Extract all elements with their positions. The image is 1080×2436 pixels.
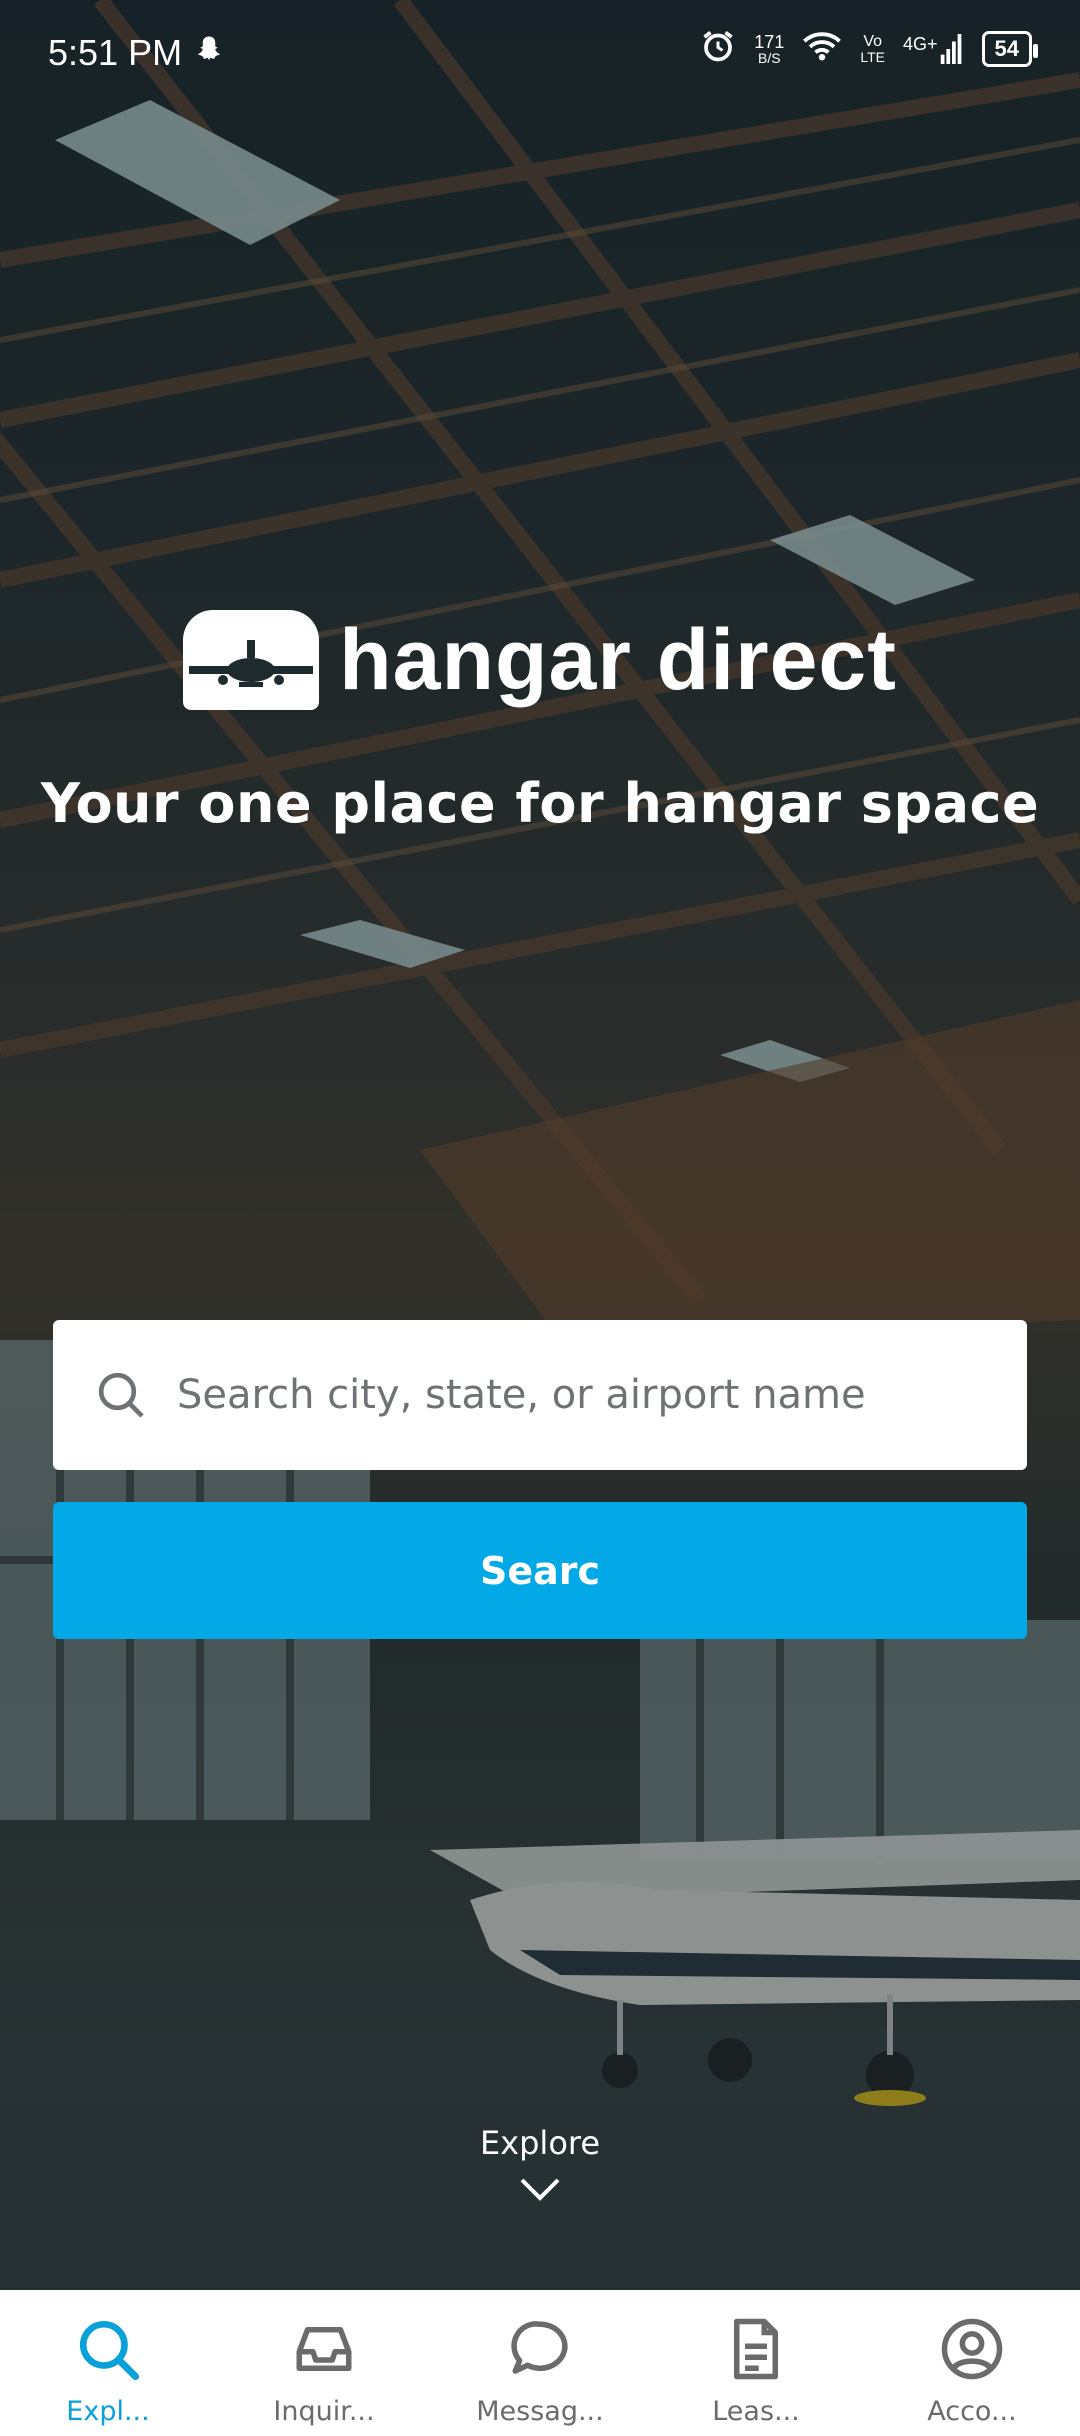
search-input[interactable]: [175, 1371, 999, 1419]
status-bar: 5:51 PM 171 B/S Vo LTE 4G+ 54: [0, 0, 1080, 110]
tab-label: Expl...: [66, 2396, 150, 2427]
explore-label: Explore: [479, 2124, 601, 2162]
search-field[interactable]: [53, 1320, 1027, 1470]
network-speed: 171 B/S: [754, 32, 785, 66]
document-icon: [723, 2316, 789, 2386]
search-icon: [75, 2316, 141, 2386]
tab-label: Inquir...: [273, 2396, 375, 2427]
search-button[interactable]: Searc: [53, 1502, 1027, 1639]
cellular-signal-icon: 4G+: [903, 34, 964, 64]
bottom-tab-bar: Expl... Inquir... Messag... Leas... Acco…: [0, 2290, 1080, 2436]
tab-leases[interactable]: Leas...: [656, 2290, 856, 2427]
tab-explore[interactable]: Expl...: [8, 2290, 208, 2427]
tab-label: Messag...: [476, 2396, 604, 2427]
chat-bubble-icon: [507, 2316, 573, 2386]
explore-scroll-hint[interactable]: Explore: [0, 2124, 1080, 2206]
hangar-plane-logo-icon: [183, 610, 320, 710]
status-indicators: 171 B/S Vo LTE 4G+ 54: [700, 28, 1039, 70]
tab-account[interactable]: Acco...: [872, 2290, 1072, 2427]
volte-indicator: Vo LTE: [860, 33, 885, 65]
alarm-icon: [700, 28, 736, 70]
chevron-down-icon[interactable]: [518, 2178, 562, 2206]
tab-label: Leas...: [712, 2396, 800, 2427]
tab-inquiries[interactable]: Inquir...: [224, 2290, 424, 2427]
account-icon: [939, 2316, 1005, 2386]
battery-indicator: 54: [981, 31, 1039, 67]
tagline: Your one place for hangar space: [40, 772, 1040, 835]
hangar-background-image: [0, 0, 1080, 2290]
brand-header: hangar direct: [0, 610, 1080, 710]
tab-messages[interactable]: Messag...: [440, 2290, 640, 2427]
brand-name: hangar direct: [339, 611, 897, 708]
search-icon: [93, 1367, 149, 1423]
snapchat-notification-icon: [194, 34, 224, 72]
status-time: 5:51 PM: [48, 32, 183, 73]
tab-label: Acco...: [927, 2396, 1017, 2427]
wifi-icon: [802, 30, 842, 68]
inbox-icon: [291, 2316, 357, 2386]
